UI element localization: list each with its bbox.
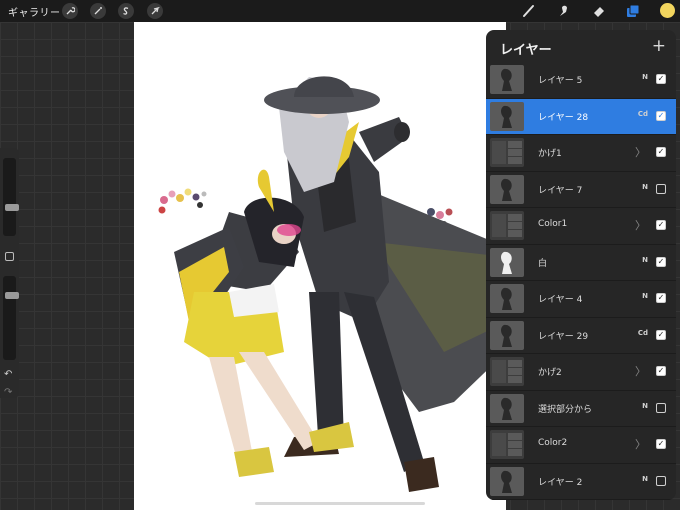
layers-panel: レイヤー + レイヤー 5 N ✓ レイヤー 28 Cd ✓ かげ1 〉 ✓ レイヤー 7 N Col…: [486, 30, 676, 500]
layer-row[interactable]: レイヤー 29 Cd ✓: [486, 318, 676, 354]
group-thumbnail: [490, 138, 524, 167]
layer-name: レイヤー 7: [538, 185, 583, 196]
opacity-thumb[interactable]: [5, 292, 19, 299]
visibility-checkbox[interactable]: ✓: [656, 220, 666, 230]
undo-icon[interactable]: ↶: [4, 369, 12, 380]
expand-chevron-icon[interactable]: 〉: [635, 436, 646, 452]
layer-row[interactable]: レイヤー 2 N: [486, 464, 676, 500]
brush-size-slider[interactable]: [3, 158, 19, 236]
eraser-icon[interactable]: [590, 2, 608, 20]
color-picker-swatch[interactable]: [660, 3, 675, 18]
arrow-transform-icon[interactable]: [147, 3, 163, 19]
layer-thumbnail: [490, 320, 524, 350]
layer-name: レイヤー 5: [538, 76, 583, 86]
layer-name: レイヤー 2: [538, 477, 583, 488]
drawing-canvas[interactable]: [134, 22, 506, 510]
visibility-checkbox[interactable]: [656, 475, 666, 486]
visibility-checkbox[interactable]: ✓: [656, 293, 666, 303]
visibility-checkbox[interactable]: ✓: [656, 74, 666, 84]
layer-thumbnail: [490, 393, 524, 423]
layer-list: レイヤー 5 N ✓ レイヤー 28 Cd ✓ かげ1 〉 ✓ レイヤー 7 N Color1 〉 ✓ 白 N…: [486, 62, 676, 500]
opacity-slider[interactable]: [3, 276, 19, 360]
brush-size-thumb[interactable]: [5, 204, 19, 211]
group-thumbnail: [490, 211, 524, 240]
layer-row[interactable]: かげ1 〉 ✓: [486, 135, 676, 172]
gallery-button[interactable]: ギャラリー: [8, 4, 61, 19]
visibility-checkbox[interactable]: ✓: [656, 256, 666, 267]
palette-dots-left: [158, 188, 207, 214]
layer-name: かげ1: [538, 149, 562, 159]
add-layer-button[interactable]: +: [652, 36, 666, 56]
layer-row[interactable]: レイヤー 28 Cd ✓: [486, 98, 676, 135]
expand-chevron-icon[interactable]: 〉: [635, 363, 646, 379]
modify-button[interactable]: [5, 252, 14, 261]
blend-mode-button[interactable]: Cd: [638, 110, 648, 118]
layer-thumbnail: [490, 174, 524, 204]
layer-name: レイヤー 28: [538, 112, 589, 123]
brush-icon[interactable]: [520, 2, 538, 20]
layer-thumbnail: [490, 101, 524, 131]
left-sidebar: ↶ ↷: [0, 148, 19, 398]
smudge-icon[interactable]: [555, 2, 573, 20]
home-indicator: [255, 502, 425, 505]
selection-s-icon[interactable]: [118, 3, 134, 19]
layer-row[interactable]: 選択部分から N: [486, 391, 676, 427]
expand-chevron-icon[interactable]: 〉: [635, 217, 646, 233]
blend-mode-button[interactable]: Cd: [638, 329, 648, 337]
layer-thumbnail: [490, 466, 524, 496]
group-thumbnail: [490, 357, 524, 386]
blend-mode-button[interactable]: N: [642, 475, 648, 483]
layers-panel-title: レイヤー: [500, 43, 552, 58]
layer-thumbnail: [490, 247, 524, 277]
blend-mode-button[interactable]: N: [642, 183, 648, 191]
visibility-checkbox[interactable]: ✓: [656, 439, 666, 449]
visibility-checkbox[interactable]: ✓: [656, 366, 666, 376]
layer-name: レイヤー 4: [538, 295, 583, 305]
redo-icon[interactable]: ↷: [4, 387, 12, 398]
layer-row[interactable]: 白 N ✓: [486, 245, 676, 281]
layer-name: かげ2: [538, 368, 562, 378]
layers-icon[interactable]: [624, 2, 642, 20]
blend-mode-button[interactable]: N: [642, 292, 648, 300]
top-toolbar: ギャラリー: [0, 0, 680, 22]
blend-mode-button[interactable]: N: [642, 256, 648, 264]
visibility-checkbox[interactable]: ✓: [656, 147, 666, 157]
layer-name: レイヤー 29: [538, 331, 589, 342]
blend-mode-button[interactable]: N: [642, 73, 648, 81]
layer-name: Color1: [538, 219, 568, 229]
blend-mode-button[interactable]: N: [642, 402, 648, 410]
layer-row[interactable]: レイヤー 7 N: [486, 172, 676, 208]
layer-thumbnail: [490, 284, 524, 313]
layer-row[interactable]: Color1 〉 ✓: [486, 208, 676, 245]
layer-row[interactable]: Color2 〉 ✓: [486, 427, 676, 464]
layer-name: 白: [538, 258, 548, 269]
layer-row[interactable]: レイヤー 5 N ✓: [486, 62, 676, 99]
group-thumbnail: [490, 430, 524, 459]
visibility-checkbox[interactable]: [656, 402, 666, 413]
magic-wand-icon[interactable]: [90, 3, 106, 19]
visibility-checkbox[interactable]: ✓: [656, 329, 666, 340]
layer-name: 選択部分から: [538, 404, 593, 415]
visibility-checkbox[interactable]: ✓: [656, 110, 666, 121]
expand-chevron-icon[interactable]: 〉: [635, 144, 646, 160]
artwork-illustration: [158, 76, 506, 492]
layer-row[interactable]: レイヤー 4 N ✓: [486, 281, 676, 318]
layer-thumbnail: [490, 65, 524, 94]
wrench-icon[interactable]: [62, 3, 78, 19]
layer-row[interactable]: かげ2 〉 ✓: [486, 354, 676, 391]
visibility-checkbox[interactable]: [656, 183, 666, 194]
layer-name: Color2: [538, 438, 568, 448]
